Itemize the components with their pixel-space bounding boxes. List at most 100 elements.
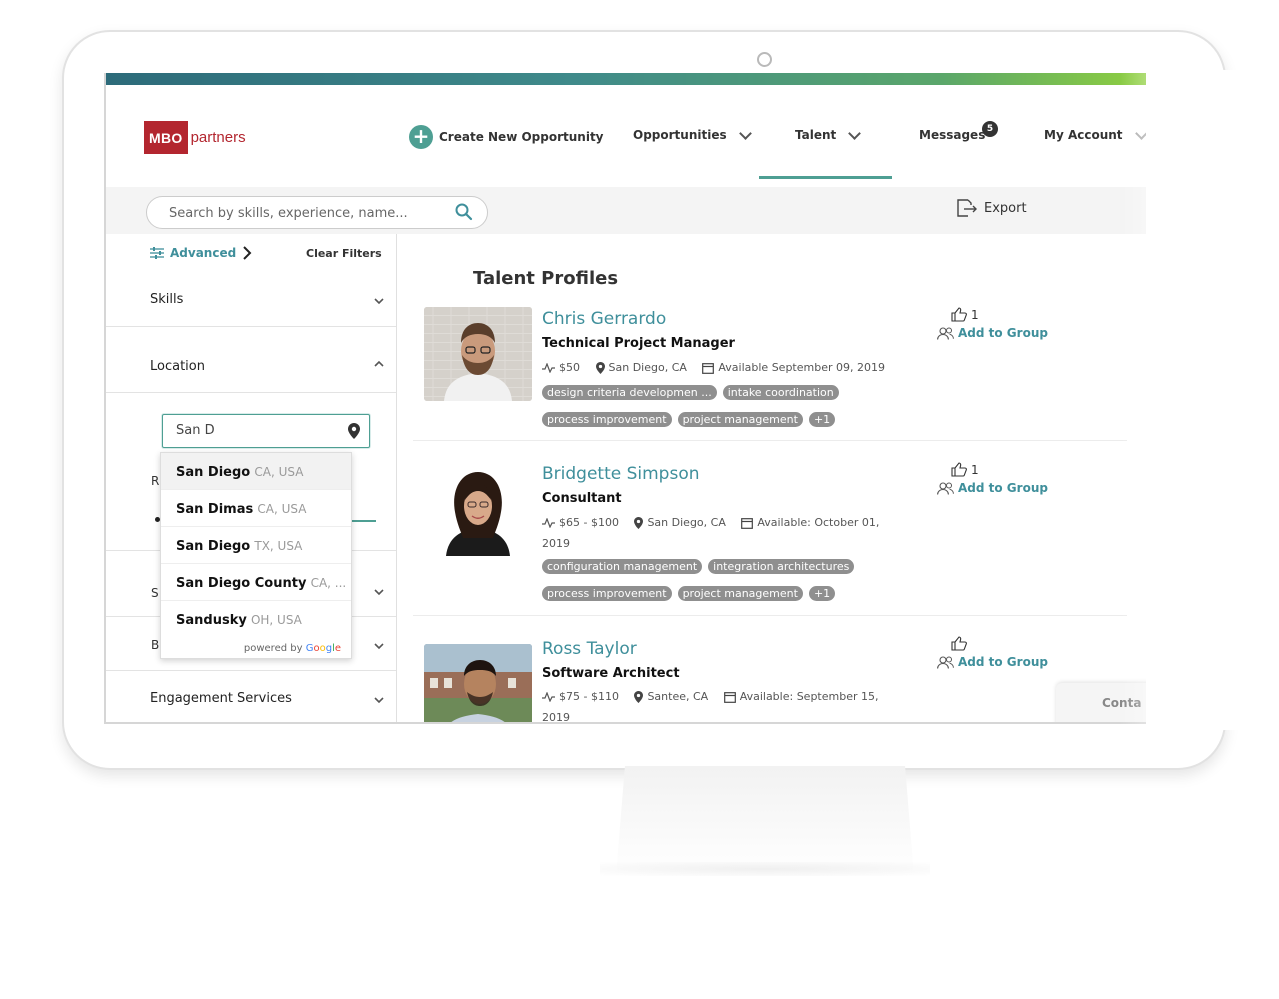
page-title: Talent Profiles <box>473 268 619 289</box>
talent-results: Talent Profiles Chris Gerrardo Technical… <box>397 234 1146 722</box>
gradient-top-bar <box>106 73 1146 85</box>
divider <box>106 326 396 327</box>
skill-tag[interactable]: project management <box>677 412 803 427</box>
like-button[interactable]: 1 <box>951 462 979 477</box>
filter-section-location[interactable]: Location <box>150 359 205 374</box>
profile-photo[interactable] <box>424 307 532 401</box>
messages-count-badge: 5 <box>982 121 998 137</box>
chevron-down-icon <box>1134 126 1146 140</box>
skill-tag[interactable]: process improvement <box>542 586 672 601</box>
chevron-down-icon[interactable] <box>374 589 384 596</box>
sliders-icon <box>150 247 164 259</box>
create-opportunity-button[interactable]: + Create New Opportunity <box>409 125 604 149</box>
skill-tags: configuration management integration arch… <box>542 555 902 609</box>
thumbs-up-icon <box>951 307 967 322</box>
filter-sidebar: Advanced Clear Filters Skills Location S… <box>106 234 397 722</box>
nav-opportunities[interactable]: Opportunities <box>633 126 752 142</box>
suggestion-item[interactable]: San Dimas CA, USA <box>161 490 351 527</box>
divider <box>106 670 396 671</box>
skill-tag[interactable]: integration architectures <box>708 559 855 574</box>
location-input[interactable]: San D <box>162 414 370 448</box>
monitor-stand <box>616 766 914 876</box>
filter-section-partial[interactable]: B <box>151 638 159 652</box>
profile-role: Consultant <box>542 491 622 506</box>
nav-my-account[interactable]: My Account <box>1044 126 1146 142</box>
search-icon[interactable] <box>455 203 473 225</box>
skill-tag[interactable]: process improvement <box>542 412 672 427</box>
users-icon <box>937 655 954 669</box>
like-count: 1 <box>971 307 979 322</box>
divider <box>106 392 396 393</box>
radius-label-partial: R <box>151 474 160 488</box>
like-button[interactable]: 1 <box>951 307 979 322</box>
location-autocomplete-dropdown: San Diego CA, USA San Dimas CA, USA San … <box>160 452 352 659</box>
location-input-value: San D <box>176 423 215 438</box>
profile-role: Technical Project Manager <box>542 336 735 351</box>
chevron-down-icon[interactable] <box>374 697 384 704</box>
contact-button[interactable]: Conta <box>1056 683 1146 722</box>
filter-section-skills[interactable]: Skills <box>150 292 183 307</box>
thumbs-up-icon <box>951 462 967 477</box>
create-opportunity-label: Create New Opportunity <box>439 130 604 144</box>
nav-messages[interactable]: Messages <box>919 128 985 142</box>
like-button[interactable] <box>951 636 967 651</box>
powered-by-google: powered by Google <box>243 643 341 654</box>
filter-section-engagement-services[interactable]: Engagement Services <box>150 691 292 706</box>
filter-section-partial[interactable]: S <box>151 586 159 600</box>
nav-talent[interactable]: Talent <box>795 126 862 142</box>
plus-icon: + <box>409 125 433 149</box>
nav-my-account-label: My Account <box>1044 128 1123 142</box>
pulse-icon <box>542 518 555 528</box>
clear-filters-button[interactable]: Clear Filters <box>306 247 382 260</box>
chevron-down-icon <box>848 126 862 140</box>
calendar-icon <box>741 518 754 529</box>
suggestion-item[interactable]: San Diego County CA, ... <box>161 564 351 601</box>
map-pin-icon <box>348 423 360 439</box>
chevron-up-icon[interactable] <box>374 360 384 367</box>
profile-name[interactable]: Chris Gerrardo <box>542 309 666 329</box>
more-tags-badge[interactable]: +1 <box>808 412 836 427</box>
profile-name[interactable]: Bridgette Simpson <box>542 464 700 484</box>
suggestion-item[interactable]: Sandusky OH, USA <box>161 601 351 637</box>
skill-tag[interactable]: project management <box>677 586 803 601</box>
map-pin-icon <box>634 691 644 703</box>
nav-opportunities-label: Opportunities <box>633 128 727 142</box>
add-to-group-button[interactable]: Add to Group <box>937 326 1048 340</box>
camera-dot <box>757 52 772 67</box>
chevron-down-icon <box>738 126 752 140</box>
add-to-group-button[interactable]: Add to Group <box>937 655 1048 669</box>
skill-tag[interactable]: configuration management <box>542 559 703 574</box>
pulse-icon <box>542 363 555 373</box>
logo-text: partners <box>190 129 246 146</box>
export-button[interactable]: Export <box>956 199 1027 217</box>
advanced-filters-button[interactable]: Advanced <box>150 246 252 260</box>
profile-photo[interactable] <box>424 644 532 722</box>
more-tags-badge[interactable]: +1 <box>808 586 836 601</box>
suggestion-item[interactable]: San Diego CA, USA <box>161 453 351 490</box>
users-icon <box>937 481 954 495</box>
app-header: MBO partners + Create New Opportunity Op… <box>106 85 1146 187</box>
add-to-group-label: Add to Group <box>958 326 1048 340</box>
profile-photo[interactable] <box>424 462 532 556</box>
chevron-right-icon <box>243 246 252 260</box>
suggestion-item[interactable]: San Diego TX, USA <box>161 527 351 564</box>
add-to-group-button[interactable]: Add to Group <box>937 481 1048 495</box>
chevron-down-icon[interactable] <box>374 298 384 305</box>
chevron-down-icon[interactable] <box>374 643 384 650</box>
search-box <box>146 196 488 230</box>
app-screen: MBO partners + Create New Opportunity Op… <box>104 73 1146 724</box>
skill-tag[interactable]: intake coordination <box>722 385 839 400</box>
calendar-icon <box>702 363 715 374</box>
stand-shadow <box>600 862 930 876</box>
profile-name[interactable]: Ross Taylor <box>542 639 637 659</box>
profile-meta: $75 - $110 Santee, CA Available: Septemb… <box>542 690 879 724</box>
mbo-logo[interactable]: MBO partners <box>144 121 246 154</box>
export-icon <box>957 199 977 217</box>
skill-tag[interactable]: design criteria developmen ... <box>542 385 717 400</box>
search-input[interactable] <box>167 197 451 230</box>
advanced-label: Advanced <box>170 246 237 260</box>
pulse-icon <box>542 692 555 702</box>
add-to-group-label: Add to Group <box>958 655 1048 669</box>
thumbs-up-icon <box>951 636 967 651</box>
search-row: Export <box>106 187 1146 234</box>
